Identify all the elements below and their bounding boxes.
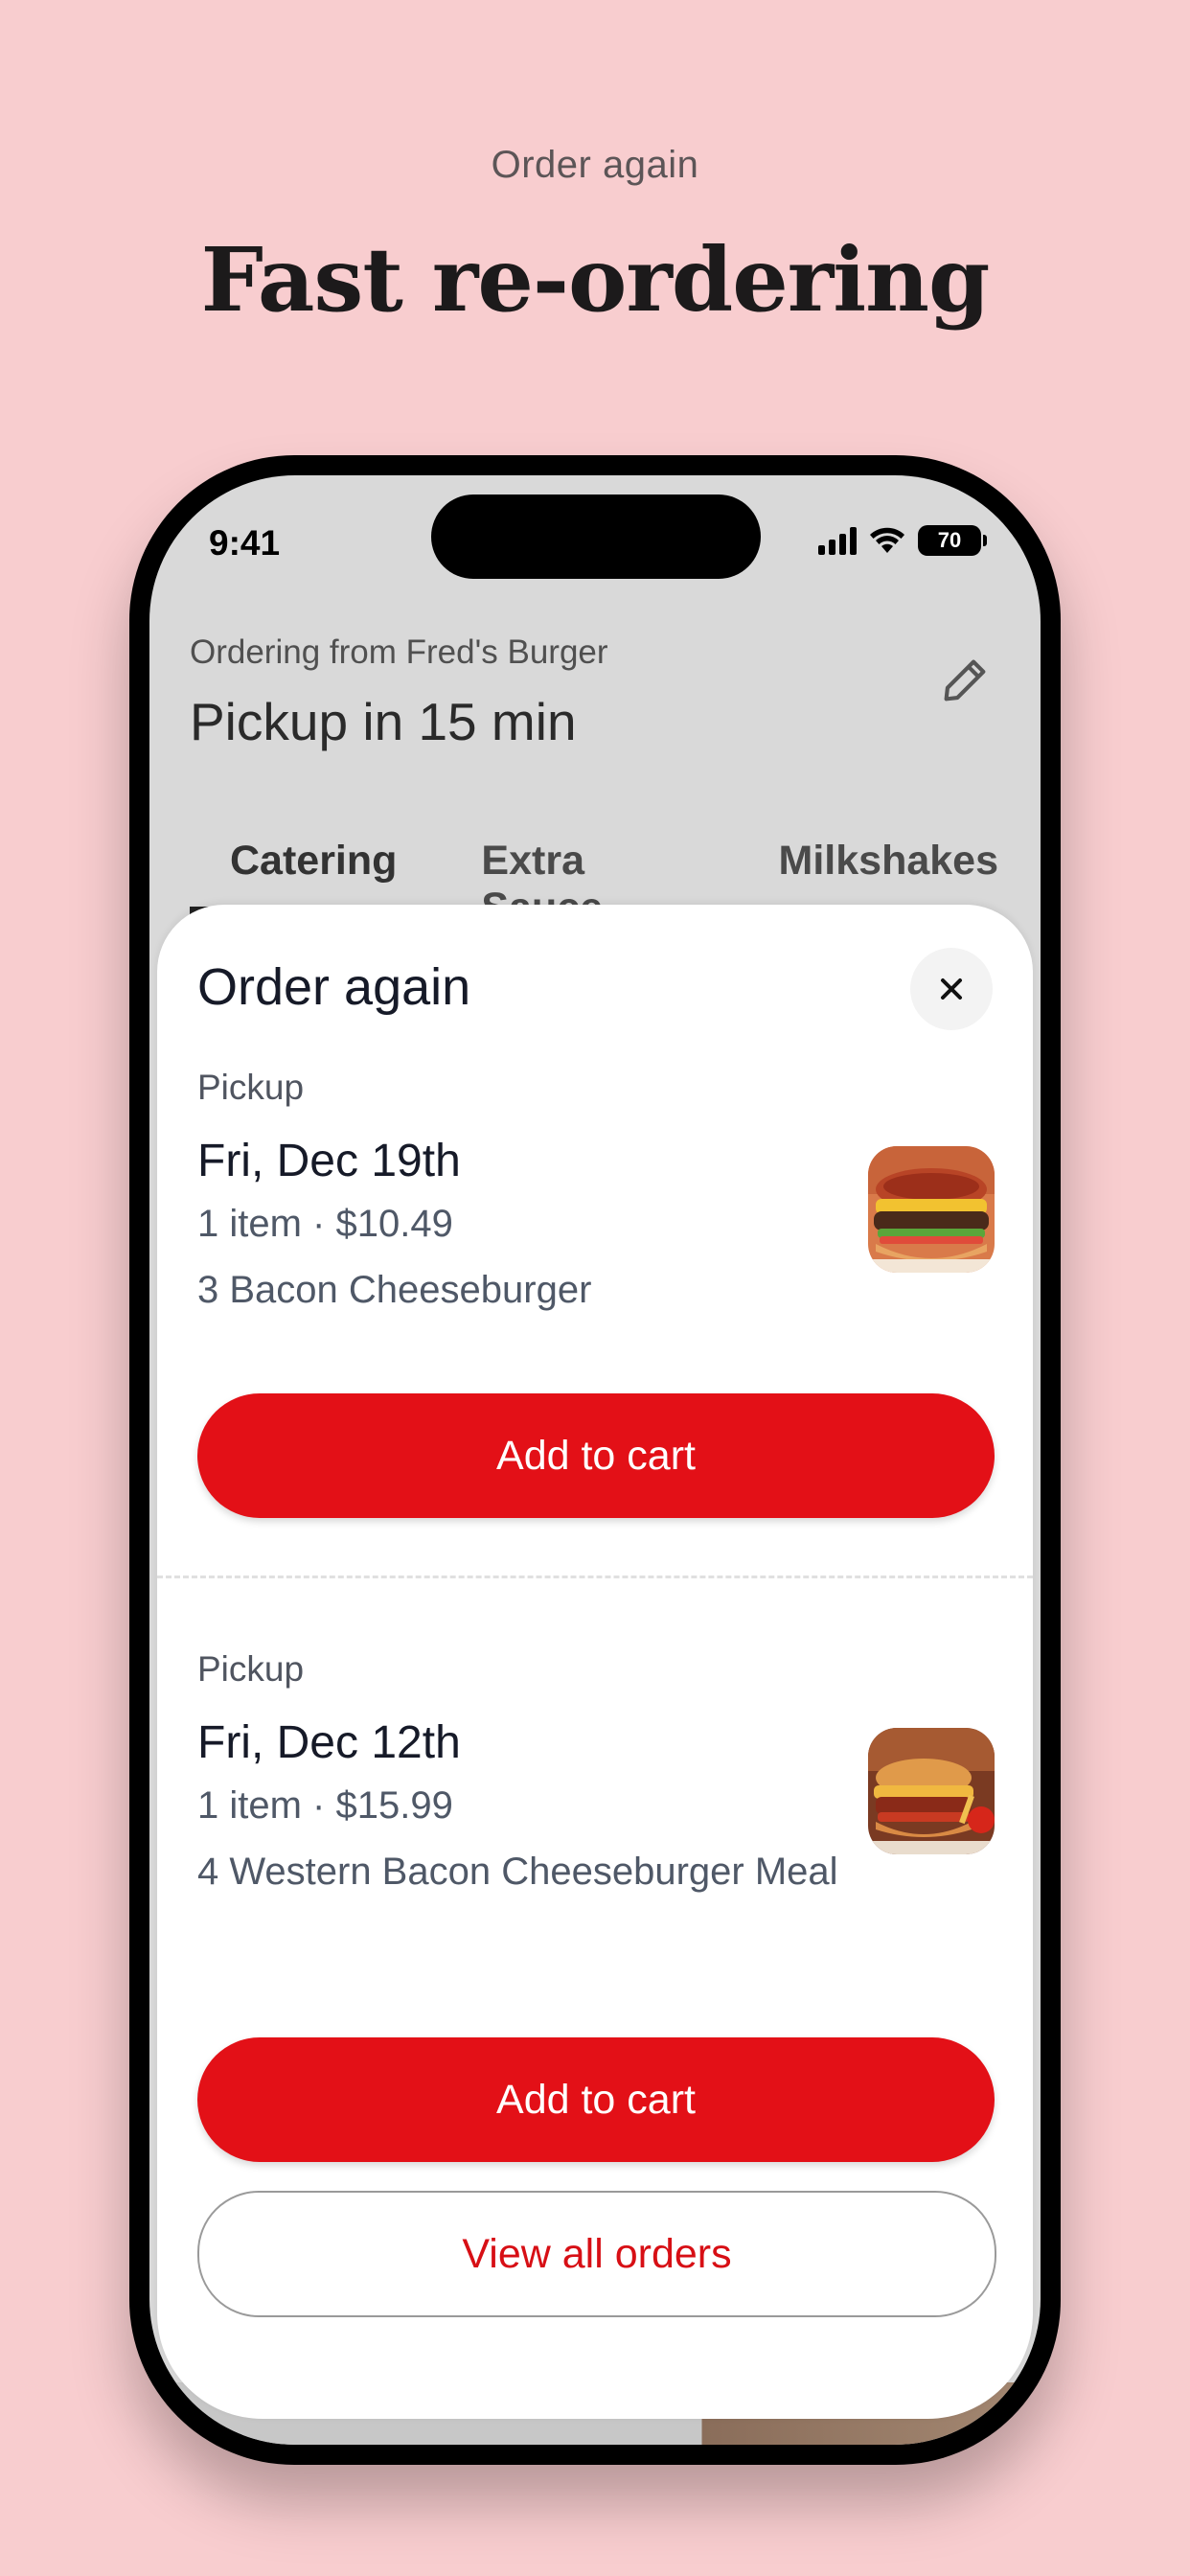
order-type: Pickup	[197, 1649, 305, 1689]
signal-icon	[818, 526, 857, 555]
sheet-title: Order again	[197, 958, 471, 1016]
order-items: 3 Bacon Cheeseburger	[197, 1269, 592, 1311]
divider	[157, 1576, 1033, 1578]
pickup-time: Pickup in 15 min	[190, 692, 577, 751]
wifi-icon	[870, 527, 904, 553]
view-all-orders-button[interactable]: View all orders	[197, 2191, 996, 2317]
burger-image	[868, 1146, 995, 1273]
dynamic-island	[431, 494, 761, 579]
order-card: Pickup Fri, Dec 19th 1 item · $10.49 3 B…	[197, 1068, 995, 1322]
add-to-cart-button[interactable]: Add to cart	[197, 2037, 995, 2162]
status-time: 9:41	[209, 523, 281, 563]
headline: Fast re-ordering	[200, 228, 991, 332]
ordering-from-label: Ordering from Fred's Burger	[190, 633, 608, 671]
phone-frame: 9:41 70 Ordering from Fred's Burger Pick…	[129, 455, 1061, 2465]
close-button[interactable]	[910, 948, 993, 1030]
eyebrow-text: Order again	[491, 144, 699, 186]
battery-icon: 70	[918, 525, 987, 556]
order-items: 4 Western Bacon Cheeseburger Meal	[197, 1851, 838, 1893]
burger-meal-image	[868, 1728, 995, 1854]
status-icons: 70	[818, 525, 987, 556]
order-card: Pickup Fri, Dec 12th 1 item · $15.99 4 W…	[197, 1649, 995, 1903]
pencil-icon[interactable]	[935, 651, 995, 710]
add-to-cart-button[interactable]: Add to cart	[197, 1393, 995, 1518]
order-again-sheet: Order again Pickup Fri, Dec 19th 1 item …	[157, 905, 1033, 2419]
close-icon	[941, 978, 962, 1000]
phone-screen: 9:41 70 Ordering from Fred's Burger Pick…	[149, 475, 1041, 2445]
order-type: Pickup	[197, 1068, 305, 1107]
